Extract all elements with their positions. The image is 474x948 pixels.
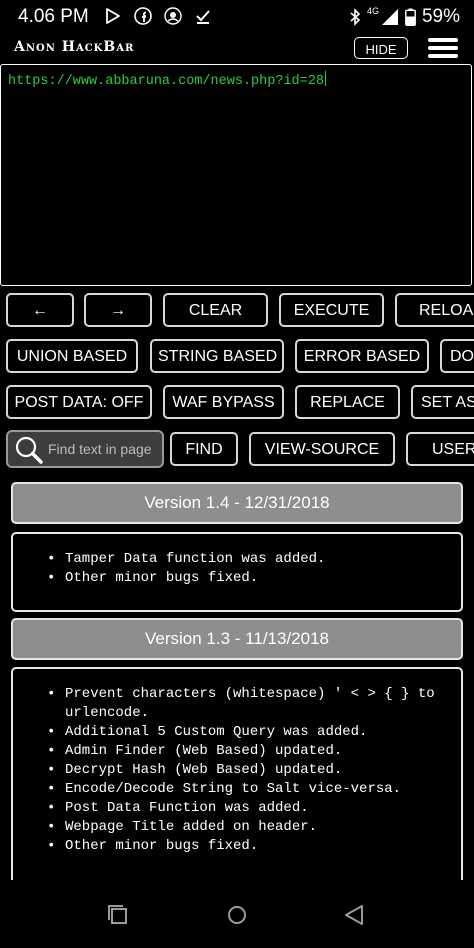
list-item: Additional 5 Custom Query was added. [45, 723, 439, 742]
forward-arrow-button[interactable]: → [84, 293, 152, 327]
home-icon[interactable] [226, 904, 248, 926]
battery-percent: 59% [421, 6, 460, 27]
app-emblem-icon [164, 7, 182, 25]
notification-icons [104, 7, 212, 25]
text-caret [324, 71, 327, 86]
status-time: 4.06 PM [18, 6, 89, 27]
signal-icon [381, 9, 398, 25]
system-nav-bar [0, 880, 474, 948]
string-based-button[interactable]: STRING BASED [150, 339, 284, 373]
version-header: Version 1.3 - 11/13/2018 [11, 618, 463, 660]
battery-icon [405, 8, 416, 26]
list-item: Decrypt Hash (Web Based) updated. [45, 761, 439, 780]
list-item: Webpage Title added on header. [45, 818, 439, 837]
union-based-button[interactable]: UNION BASED [6, 339, 138, 373]
version-notes: Tamper Data function was added. Other mi… [11, 532, 463, 612]
reload-button[interactable]: RELOAD [395, 293, 474, 327]
app-header: Anon HackBar HIDE [0, 34, 474, 64]
execute-button[interactable]: EXECUTE [279, 293, 384, 327]
find-button[interactable]: FIND [170, 432, 238, 466]
list-item: Other minor bugs fixed. [45, 837, 439, 856]
list-item: Other minor bugs fixed. [45, 569, 461, 588]
list-item: Tamper Data function was added. [45, 550, 461, 569]
find-text-input[interactable] [48, 438, 160, 460]
clear-button[interactable]: CLEAR [163, 293, 268, 327]
notes-list: Tamper Data function was added. Other mi… [13, 550, 461, 588]
error-based-button[interactable]: ERROR BASED [295, 339, 429, 373]
url-text: https://www.abbaruna.com/news.php?id=28 [8, 71, 327, 89]
app-title: Anon HackBar [14, 39, 135, 55]
list-item: Encode/Decode String to Salt vice-versa. [45, 780, 439, 799]
network-type: 4G [366, 6, 379, 16]
bluetooth-icon [350, 8, 361, 26]
search-icon [15, 436, 43, 464]
download-done-icon [196, 10, 210, 24]
replace-button[interactable]: REPLACE [295, 385, 400, 419]
post-data-toggle-button[interactable]: POST DATA: OFF [6, 385, 152, 419]
list-item: Prevent characters (whitespace) ' < > { … [45, 685, 439, 723]
hide-button[interactable]: HIDE [354, 37, 408, 59]
facebook-icon [134, 7, 152, 25]
list-item: Post Data Function was added. [45, 799, 439, 818]
waf-bypass-button[interactable]: WAF BYPASS [163, 385, 284, 419]
find-text-field[interactable] [6, 430, 164, 468]
set-as-button[interactable]: SET AS [411, 385, 474, 419]
double-query-button[interactable]: DO [440, 339, 474, 373]
recent-apps-icon[interactable] [107, 904, 129, 926]
user-agent-button[interactable]: USER- [406, 432, 474, 466]
version-header: Version 1.4 - 12/31/2018 [11, 482, 463, 524]
view-source-button[interactable]: VIEW-SOURCE [249, 432, 395, 466]
back-icon[interactable] [343, 904, 365, 926]
list-item: Admin Finder (Web Based) updated. [45, 742, 439, 761]
play-store-icon [106, 8, 120, 24]
version-notes: Prevent characters (whitespace) ' < > { … [11, 667, 463, 897]
status-bar: 4.06 PM 4G 59% [0, 0, 474, 34]
url-input[interactable]: https://www.abbaruna.com/news.php?id=28 [0, 64, 472, 286]
system-status: 4G 59% [349, 6, 460, 28]
hamburger-menu-icon[interactable] [428, 38, 458, 58]
back-arrow-button[interactable]: ← [6, 293, 74, 327]
notes-list: Prevent characters (whitespace) ' < > { … [13, 685, 461, 856]
